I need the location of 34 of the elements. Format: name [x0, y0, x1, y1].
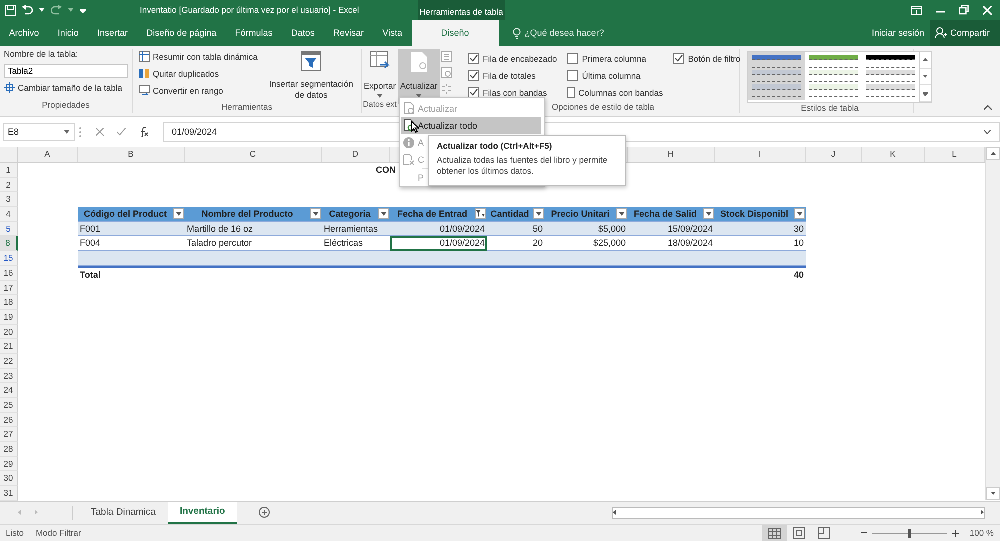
group-label: Estilos de tabla [800, 103, 860, 113]
column-header: Nombre del Producto [200, 208, 294, 221]
table-cell: 01/09/2024 [390, 236, 487, 252]
column-header: Stock Disponibl [719, 208, 790, 221]
table-cell: Martillo de 16 oz [185, 222, 322, 236]
table-cell: Herramientas [322, 222, 390, 236]
group-label: Opciones de estilo de tabla [551, 102, 656, 113]
table-cell: 50 [487, 222, 545, 236]
tooltip-title: Actualizar todo (Ctrl+Alt+F5) [437, 141, 554, 151]
group-label: Herramientas [220, 102, 274, 113]
table-cell: $5,000 [545, 222, 628, 236]
table-cell: 40 [715, 266, 806, 280]
table-cell: F001 [78, 222, 185, 236]
status-text: Modo Filtrar [36, 528, 82, 538]
window-title: Inventatio [Guardado por última vez por el usuario] - Excel [140, 4, 360, 17]
column-header: Fecha de Salid [632, 208, 698, 221]
table-cell: 30 [715, 222, 806, 236]
table-cell: 15/09/2024 [628, 222, 715, 236]
context-tab-label: Herramientas de tabla [418, 0, 505, 20]
table-cell: 01/09/2024 [390, 222, 487, 236]
sheet-title: CON [375, 164, 397, 177]
table-cell: Total [78, 266, 185, 280]
cell-reference: E8 [8, 127, 20, 137]
group-label: Propiedades [41, 100, 91, 112]
column-header: Código del Product [83, 208, 168, 221]
column-header: Categoria [328, 208, 372, 221]
group-label: Datos ext [362, 100, 397, 111]
formula-text: 01/09/2024 [172, 127, 218, 137]
column-header: Precio Unitari [550, 208, 611, 221]
field-label: Nombre de la tabla: [4, 49, 80, 61]
column-header: Cantidad [490, 208, 530, 221]
column-header: Fecha de Entrad [396, 208, 469, 221]
status-text: Listo [6, 528, 24, 538]
tooltip-text: Actualiza todas las fuentes del libro y permite obtener los últimos datos. [437, 155, 609, 178]
